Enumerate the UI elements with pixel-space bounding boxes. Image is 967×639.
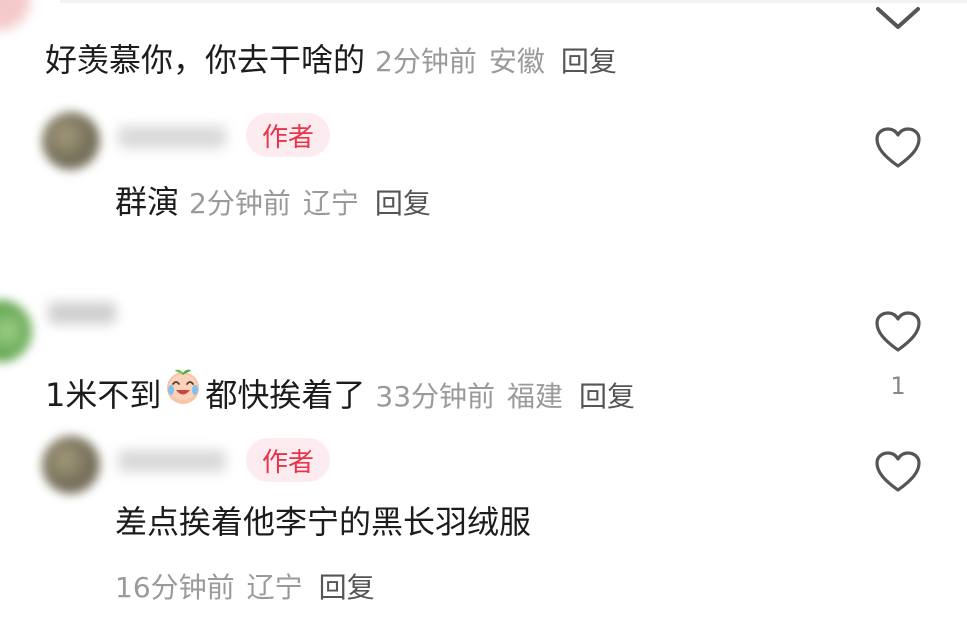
comment-location: 辽宁 <box>246 571 303 604</box>
comment-text-before: 1米不到 <box>45 376 162 414</box>
reply-button[interactable]: 回复 <box>375 187 431 220</box>
chevron-down-icon <box>876 7 920 29</box>
comment-2: 1米不到 都快挨着了 33分钟前 福建 回复 <box>45 366 635 415</box>
like-button[interactable] <box>872 124 924 172</box>
avatar[interactable] <box>0 300 32 362</box>
heart-outline-icon <box>875 451 921 492</box>
author-badge: 作者 <box>246 113 331 157</box>
comment-time: 16分钟前 <box>115 571 235 604</box>
comment-text: 好羡慕你，你去干啥的 <box>45 41 366 79</box>
like-button[interactable] <box>872 308 924 356</box>
avatar[interactable] <box>42 436 100 494</box>
comment-1: 好羡慕你，你去干啥的 2分钟前 安徽 回复 <box>45 40 617 80</box>
partial-avatar-top <box>0 0 30 30</box>
comment-location: 福建 <box>507 380 564 413</box>
comment-meta: 33分钟前 福建 回复 <box>375 375 635 415</box>
reply-comment-text: 差点挨着他李宁的黑长羽绒服 <box>115 503 532 541</box>
comment-meta: 2分钟前 安徽 回复 <box>375 40 617 80</box>
heart-outline-icon <box>875 311 921 352</box>
comment-text: 群演 <box>115 183 180 221</box>
username[interactable] <box>48 302 116 324</box>
like-count: 1 <box>890 372 906 400</box>
comment-time: 2分钟前 <box>189 187 291 220</box>
comment-location: 安徽 <box>488 45 545 78</box>
collapse-button[interactable] <box>872 0 924 32</box>
username[interactable] <box>118 450 226 472</box>
author-badge-label: 作者 <box>262 122 315 153</box>
comment-meta: 2分钟前 辽宁 回复 <box>189 182 431 222</box>
heart-outline-icon <box>875 127 921 168</box>
reply-button[interactable]: 回复 <box>579 380 635 413</box>
comment-meta: 16分钟前 辽宁 回复 <box>115 566 375 606</box>
reply-button[interactable]: 回复 <box>561 45 617 78</box>
like-button[interactable] <box>872 448 924 496</box>
avatar[interactable] <box>42 112 100 170</box>
comment-time: 2分钟前 <box>375 45 477 78</box>
author-badge-label: 作者 <box>262 447 315 478</box>
username[interactable] <box>118 126 226 148</box>
comment-time: 33分钟前 <box>375 380 496 413</box>
top-divider <box>60 0 967 3</box>
reply-comment-1: 群演 2分钟前 辽宁 回复 <box>115 182 431 222</box>
reply-button[interactable]: 回复 <box>319 571 375 604</box>
laughing-crying-peach-emoji <box>167 369 200 404</box>
comment-text-after: 都快挨着了 <box>205 376 366 414</box>
comment-location: 辽宁 <box>302 187 359 220</box>
author-badge: 作者 <box>246 438 331 482</box>
